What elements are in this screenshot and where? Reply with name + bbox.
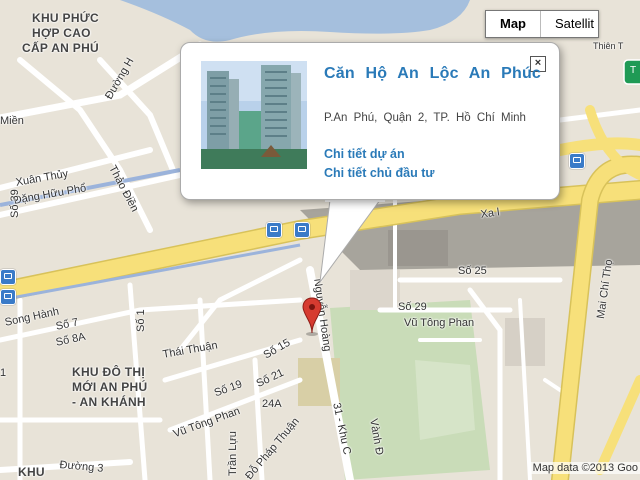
bus-stop-icon[interactable] [0, 269, 16, 285]
street-label: Miền [0, 115, 24, 127]
map-attribution[interactable]: Map data ©2013 Goo [528, 462, 640, 474]
area-label: MỚI AN PHÚ [72, 380, 148, 394]
project-photo[interactable] [201, 61, 307, 169]
map-canvas[interactable]: KHU PHỨC HỢP CAO CẤP AN PHÚ KHU ĐÔ THỊ M… [0, 0, 640, 480]
street-label: 1 [0, 367, 7, 379]
info-window-tail [319, 190, 385, 284]
street-label: Trần Lựu [227, 431, 239, 476]
info-window: × Căn Hộ An Lộc An Phúc P.An Phú, Quận 2… [180, 42, 560, 200]
area-label: KHU PHỨC [32, 11, 100, 25]
map-type-control: Map Satellit [485, 10, 600, 38]
map-marker-icon[interactable] [301, 296, 323, 336]
bus-stop-icon[interactable] [569, 153, 585, 169]
map-type-map-button[interactable]: Map [486, 11, 541, 37]
bus-stop-icon[interactable] [0, 289, 16, 305]
street-label: Số 25 [458, 265, 487, 277]
highway-shield-label: T [630, 65, 637, 76]
street-label: Vũ Tông Phan [404, 317, 475, 329]
map-type-satellite-button[interactable]: Satellit [541, 11, 598, 37]
area-label: HỢP CAO [32, 26, 91, 40]
area-label: - AN KHÁNH [72, 395, 146, 409]
bus-stop-icon[interactable] [266, 222, 282, 238]
developer-details-link[interactable]: Chi tiết chủ đầu tư [324, 166, 434, 180]
street-label: Số 1 [135, 309, 147, 332]
project-address: P.An Phú, Quận 2, TP. Hồ Chí Minh [324, 112, 526, 124]
area-label: KHU ĐÔ THỊ [72, 365, 145, 379]
area-label: KHU [18, 465, 45, 479]
street-label: Thiên T [593, 41, 624, 51]
street-label: 24A [262, 398, 282, 410]
street-label: Số 39 [9, 189, 21, 218]
street-label: Số 29 [398, 301, 427, 313]
area-label: CẤP AN PHÚ [22, 41, 100, 55]
project-title[interactable]: Căn Hộ An Lộc An Phúc [324, 63, 544, 85]
project-details-link[interactable]: Chi tiết dự án [324, 147, 405, 161]
